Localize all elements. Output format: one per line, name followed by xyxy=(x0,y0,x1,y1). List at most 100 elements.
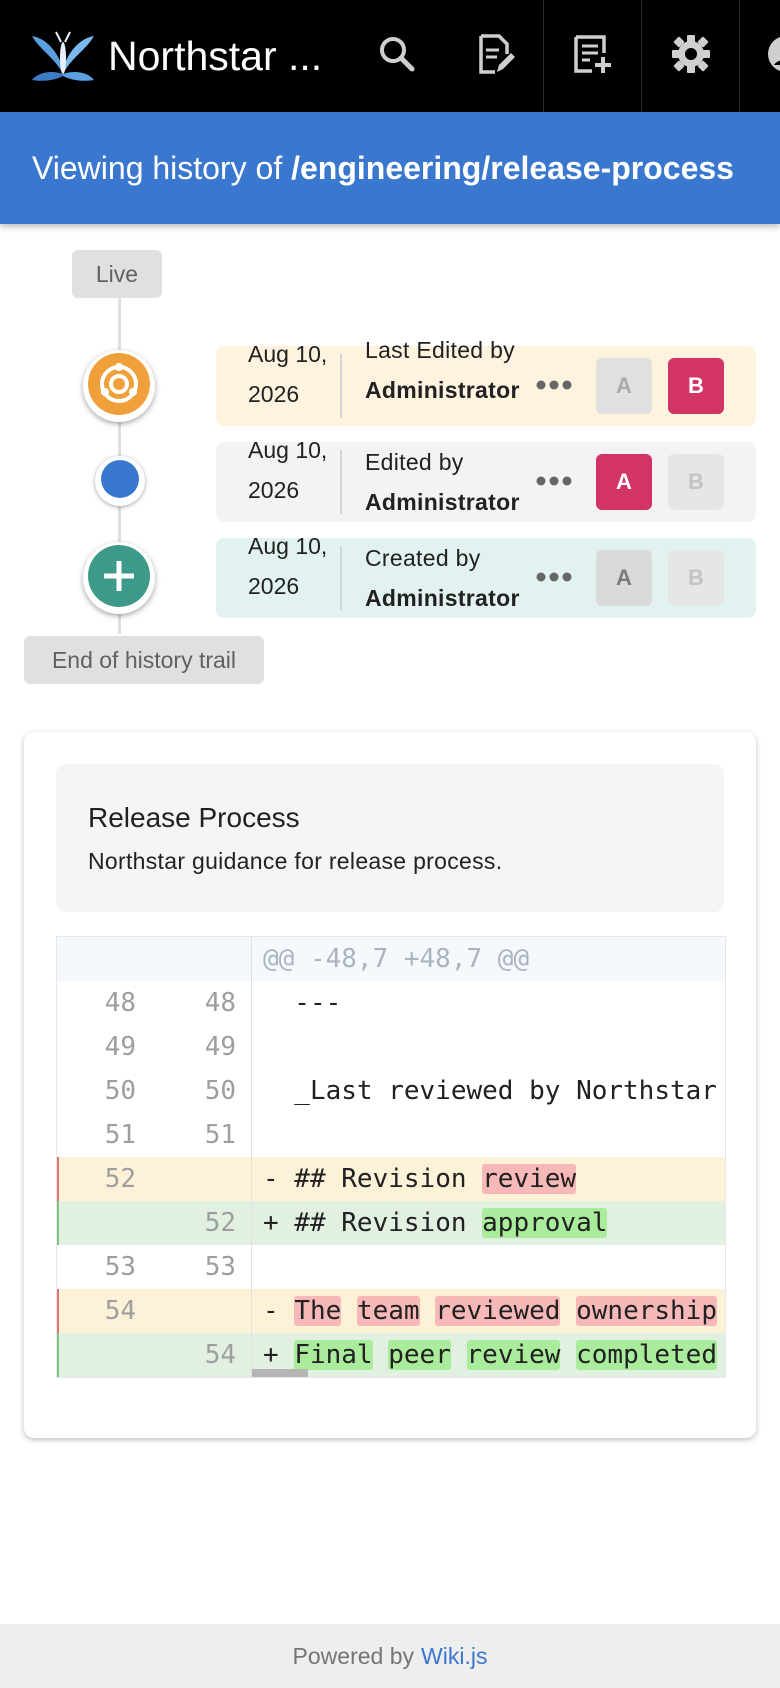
banner-prefix: Viewing history of xyxy=(32,150,283,186)
old-line-number: 54 xyxy=(104,1296,136,1326)
settings-icon xyxy=(670,33,712,80)
diff-row: 53 53 xyxy=(57,1245,725,1289)
new-line-number: 49 xyxy=(204,1032,236,1062)
entry-actions-button[interactable] xyxy=(532,462,576,502)
compare-b-button[interactable]: B xyxy=(668,550,724,606)
added-word: Final xyxy=(294,1340,373,1370)
compare-b-button[interactable]: B xyxy=(668,358,724,414)
added-word: review xyxy=(466,1340,561,1370)
diff-row-deleted: 54 - The team reviewed ownership xyxy=(57,1289,725,1333)
entry-message: Last Edited by Administrator xyxy=(365,330,520,410)
diff-code: _Last reviewed by Northstar xyxy=(263,1076,717,1106)
timeline-node-live xyxy=(83,350,155,422)
more-horizontal-icon xyxy=(536,473,572,491)
compare-a-button[interactable]: A xyxy=(596,550,652,606)
more-horizontal-icon xyxy=(536,377,572,395)
old-line-number: 48 xyxy=(104,988,136,1018)
history-path-banner: Viewing history of /engineering/release-… xyxy=(0,112,780,224)
horizontal-scrollbar[interactable] xyxy=(252,1369,308,1377)
page-title: Release Process xyxy=(88,802,300,833)
plus-icon xyxy=(88,544,150,612)
added-word: approval xyxy=(482,1208,608,1238)
removed-word: ownership xyxy=(576,1296,717,1326)
compare-b-button[interactable]: B xyxy=(668,454,724,510)
new-line-number: 53 xyxy=(204,1252,236,1282)
diff-code: + ## Revision approval xyxy=(263,1201,608,1245)
diff-row: 51 51 xyxy=(57,1113,725,1157)
footer: Powered by Wiki.js xyxy=(0,1624,780,1688)
app-title[interactable]: Northstar ... xyxy=(108,30,322,82)
entry-actions-button[interactable] xyxy=(532,558,576,598)
history-entry[interactable]: Aug 10, 2026 Edited by Administrator A B xyxy=(216,437,756,522)
diff-code: - The team reviewed ownership xyxy=(263,1289,717,1333)
diff-code: + Final peer review completed xyxy=(263,1333,717,1377)
entry-author: Administrator xyxy=(365,377,520,403)
entry-action: Edited by xyxy=(365,449,464,475)
removed-word: The xyxy=(294,1296,342,1326)
search-button[interactable] xyxy=(348,0,446,112)
removed-word: reviewed xyxy=(435,1296,561,1326)
edit-page-button[interactable] xyxy=(446,0,544,112)
diff-panel: Release Process Northstar guidance for r… xyxy=(24,732,756,1438)
dot-icon xyxy=(101,459,139,503)
entry-message: Edited by Administrator xyxy=(365,442,520,522)
entry-date: Aug 10, 2026 xyxy=(248,341,328,407)
added-word: completed xyxy=(576,1340,717,1370)
entry-author: Administrator xyxy=(365,489,520,515)
hunk-label: @@ -48,7 +48,7 @@ xyxy=(263,944,530,974)
diff-row-added: 52 + ## Revision approval xyxy=(57,1201,725,1245)
app-bar: Northstar ... xyxy=(0,0,780,112)
new-page-button[interactable] xyxy=(544,0,642,112)
history-entry[interactable]: Aug 10, 2026 Last Edited by Administrato… xyxy=(216,337,756,426)
added-word: peer xyxy=(388,1340,451,1370)
new-line-number: 54 xyxy=(204,1340,236,1370)
live-icon xyxy=(88,352,150,420)
old-line-number: 53 xyxy=(104,1252,136,1282)
diff-sign: - xyxy=(263,1296,279,1326)
diff-text: ## Revision xyxy=(278,1164,483,1194)
compare-a-button[interactable]: A xyxy=(596,454,652,510)
entry-action: Last Edited by xyxy=(365,337,515,363)
new-line-number: 50 xyxy=(204,1076,236,1106)
account-icon xyxy=(766,34,780,79)
old-line-number: 49 xyxy=(104,1032,136,1062)
entry-message: Created by Administrator xyxy=(365,538,520,618)
diff-hunk-header: @@ -48,7 +48,7 @@ xyxy=(57,937,725,981)
entry-date: Aug 10, 2026 xyxy=(248,437,328,503)
old-line-number: 51 xyxy=(104,1120,136,1150)
diff-code: --- xyxy=(263,988,342,1018)
wikijs-link[interactable]: Wiki.js xyxy=(421,1643,487,1670)
entry-date: Aug 10, 2026 xyxy=(248,533,328,599)
diff-text: ## Revision xyxy=(278,1208,483,1238)
diff-row-added: 54 + Final peer review completed xyxy=(57,1333,725,1377)
diff-viewer[interactable]: @@ -48,7 +48,7 @@ 48 48 --- 49 49 50 50 … xyxy=(56,936,726,1378)
compare-a-button[interactable]: A xyxy=(596,358,652,414)
new-line-number: 52 xyxy=(204,1208,236,1238)
footer-text: Powered by xyxy=(292,1642,415,1669)
removed-word: team xyxy=(356,1296,420,1326)
diff-row: 48 48 --- xyxy=(57,981,725,1025)
account-button[interactable] xyxy=(740,0,780,112)
old-line-number: 52 xyxy=(104,1164,136,1194)
diff-code: - ## Revision review xyxy=(263,1157,577,1201)
old-line-number: 50 xyxy=(104,1076,136,1106)
history-entry[interactable]: Aug 10, 2026 Created by Administrator A … xyxy=(216,533,756,618)
entry-actions-button[interactable] xyxy=(532,366,576,406)
live-chip: Live xyxy=(72,250,162,298)
page-description: Northstar guidance for release process. xyxy=(88,848,503,874)
diff-row-deleted: 52 - ## Revision review xyxy=(57,1157,725,1201)
diff-sign: + xyxy=(263,1340,279,1370)
page-path[interactable]: /engineering/release-process xyxy=(291,150,734,186)
diff-row: 49 49 xyxy=(57,1025,725,1069)
timeline-node-edit xyxy=(95,456,145,506)
diff-sign: - xyxy=(263,1164,279,1194)
diff-row: 50 50 _Last reviewed by Northstar xyxy=(57,1069,725,1113)
wiki-logo-icon[interactable] xyxy=(30,28,96,84)
settings-button[interactable] xyxy=(642,0,740,112)
edit-page-icon xyxy=(475,32,515,81)
page-header-box: Release Process Northstar guidance for r… xyxy=(56,764,724,912)
diff-sign: + xyxy=(263,1208,279,1238)
timeline-node-create xyxy=(83,542,155,614)
banner-text: Viewing history of /engineering/release-… xyxy=(32,148,734,188)
entry-action: Created by xyxy=(365,545,481,571)
